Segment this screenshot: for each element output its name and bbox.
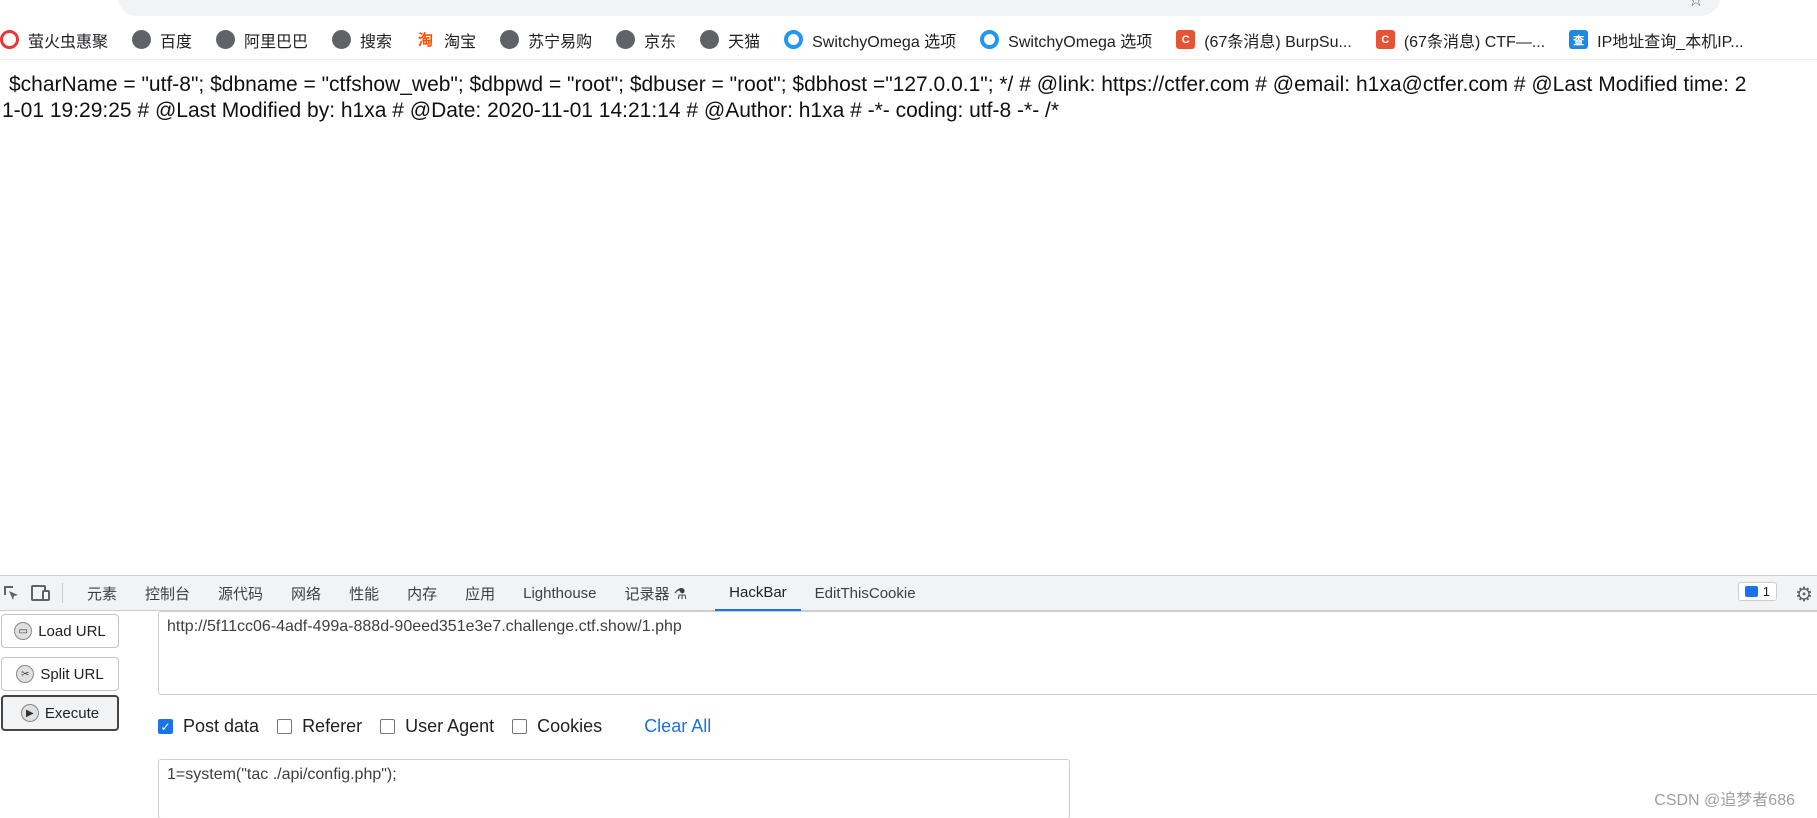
- bookmark-label: 百度: [160, 33, 193, 51]
- bookmark-item[interactable]: 萤火虫惠聚: [0, 26, 108, 54]
- option-label: User Agent: [405, 716, 495, 736]
- option-label: Cookies: [537, 716, 603, 736]
- devtools-tab-bar: 元素 控制台 源代码 网络 性能 内存 应用 Lighthouse 记录器 ⚗ HackBar Ed…: [0, 576, 1817, 611]
- issues-count: 1: [1762, 584, 1770, 599]
- devtools-tab[interactable]: 源代码: [204, 576, 277, 611]
- firefly-icon: [0, 30, 19, 49]
- hackbar-options: ✓ Post data Referer User Agent Cookies Clear …: [158, 716, 711, 737]
- device-toolbar-icon[interactable]: [30, 582, 52, 604]
- bookmark-item[interactable]: SwitchyOmega 选项: [980, 26, 1152, 54]
- bookmark-label: (67条消息) BurpSu...: [1204, 33, 1352, 51]
- devtools-tab[interactable]: 元素: [73, 576, 131, 611]
- devtools-tab[interactable]: 网络: [277, 576, 335, 611]
- devtools-tab[interactable]: 性能: [335, 576, 393, 611]
- taobao-icon: 淘: [416, 30, 436, 49]
- option-user-agent[interactable]: User Agent: [380, 716, 494, 737]
- clear-all-link[interactable]: Clear All: [644, 716, 711, 737]
- page-text-line-2: 1-01 19:29:25 # @Last Modified by: h1xa …: [2, 99, 1060, 122]
- post-data-textarea[interactable]: 1=system("tac ./api/config.php");: [158, 759, 1070, 818]
- page-text-line-1: $charName = "utf-8"; $dbname = "ctfshow_…: [9, 73, 1747, 96]
- option-label: Referer: [302, 716, 363, 736]
- globe-icon: [616, 30, 636, 49]
- omnibox[interactable]: ☆: [118, 0, 1720, 16]
- globe-icon: [132, 30, 152, 49]
- bookmark-item[interactable]: SwitchyOmega 选项: [784, 26, 956, 54]
- option-post-data[interactable]: ✓ Post data: [158, 716, 259, 737]
- devtools-tab[interactable]: 控制台: [131, 576, 204, 611]
- csdn-icon: C: [1176, 30, 1196, 49]
- scissors-icon: ✂: [16, 665, 35, 683]
- globe-icon: [216, 30, 236, 49]
- bookmark-label: 阿里巴巴: [244, 33, 309, 51]
- csdn-icon: C: [1375, 30, 1395, 49]
- bookmark-item[interactable]: 百度: [132, 26, 192, 54]
- bookmark-item[interactable]: 查 IP地址查询_本机IP...: [1569, 26, 1744, 54]
- play-icon: ▶: [20, 704, 39, 722]
- bookmark-label: 京东: [644, 33, 677, 51]
- bookmark-label: 苏宁易购: [528, 33, 593, 51]
- bookmark-item[interactable]: C (67条消息) CTF—...: [1375, 26, 1546, 54]
- devtools-tab[interactable]: 内存: [393, 576, 451, 611]
- devtools-separator: [62, 583, 63, 603]
- ip-query-icon: 查: [1569, 30, 1589, 49]
- checkbox[interactable]: [380, 719, 396, 734]
- settings-gear-icon[interactable]: ⚙: [1795, 582, 1813, 607]
- bookmark-item[interactable]: 淘淘宝: [416, 26, 476, 54]
- checkbox[interactable]: [512, 719, 528, 734]
- bookmark-label: 淘宝: [444, 33, 477, 51]
- issues-badge[interactable]: 1: [1737, 582, 1777, 601]
- bookmark-star-icon[interactable]: ☆: [1688, 0, 1704, 11]
- devtools-tab[interactable]: 记录器 ⚗: [611, 576, 702, 611]
- split-url-button[interactable]: ✂ Split URL: [1, 657, 119, 691]
- bookmark-label: 天猫: [728, 33, 761, 51]
- execute-label: Execute: [44, 704, 100, 722]
- url-textarea[interactable]: http://5f11cc06-4adf-499a-888d-90eed351e…: [158, 611, 1817, 695]
- devtools-tab[interactable]: 应用: [451, 576, 509, 611]
- bookmark-item[interactable]: 搜索: [332, 26, 392, 54]
- load-url-button[interactable]: ▭ Load URL: [1, 614, 119, 648]
- message-icon: [1744, 586, 1758, 597]
- bookmark-item[interactable]: 天猫: [700, 26, 760, 54]
- globe-icon: [700, 30, 720, 49]
- bookmarks-bar: 萤火虫惠聚 百度 阿里巴巴 搜索 淘淘宝 苏宁易购 京东 天猫 SwitchyOmega 选项 S…: [0, 20, 1817, 60]
- inspect-element-icon[interactable]: [0, 582, 22, 604]
- split-url-label: Split URL: [40, 665, 104, 683]
- switchyomega-icon: [784, 30, 804, 49]
- bookmark-label: (67条消息) CTF—...: [1403, 33, 1546, 51]
- bookmark-label: 搜索: [360, 33, 393, 51]
- globe-icon: [500, 30, 520, 49]
- devtools-tab[interactable]: HackBar: [715, 576, 801, 611]
- load-url-label: Load URL: [38, 622, 106, 640]
- devtools-tab[interactable]: EditThisCookie: [801, 576, 930, 611]
- address-bar-strip: ☆: [0, 0, 1817, 20]
- bookmark-label: SwitchyOmega 选项: [812, 33, 957, 51]
- bookmark-item[interactable]: 苏宁易购: [500, 26, 592, 54]
- execute-button[interactable]: ▶ Execute: [1, 695, 119, 731]
- option-cookies[interactable]: Cookies: [512, 716, 602, 737]
- option-label: Post data: [183, 716, 260, 736]
- bookmark-item[interactable]: C (67条消息) BurpSu...: [1176, 26, 1352, 54]
- devtools-panel: 元素 控制台 源代码 网络 性能 内存 应用 Lighthouse 记录器 ⚗ HackBar Ed…: [0, 575, 1817, 818]
- bookmark-label: 萤火虫惠聚: [28, 33, 109, 51]
- bookmark-item[interactable]: 阿里巴巴: [216, 26, 308, 54]
- page-content: $charName = "utf-8"; $dbname = "ctfshow_…: [0, 72, 1817, 124]
- checkbox[interactable]: ✓: [158, 719, 173, 734]
- devtools-tab[interactable]: Lighthouse: [509, 576, 610, 611]
- load-url-icon: ▭: [14, 622, 33, 640]
- bookmark-item[interactable]: 京东: [616, 26, 676, 54]
- watermark: CSDN @追梦者686: [1654, 792, 1795, 809]
- bookmark-label: SwitchyOmega 选项: [1008, 33, 1153, 51]
- switchyomega-icon: [980, 30, 1000, 49]
- globe-icon: [332, 30, 352, 49]
- option-referer[interactable]: Referer: [277, 716, 362, 737]
- bookmark-label: IP地址查询_本机IP...: [1597, 33, 1744, 51]
- checkbox[interactable]: [277, 719, 293, 734]
